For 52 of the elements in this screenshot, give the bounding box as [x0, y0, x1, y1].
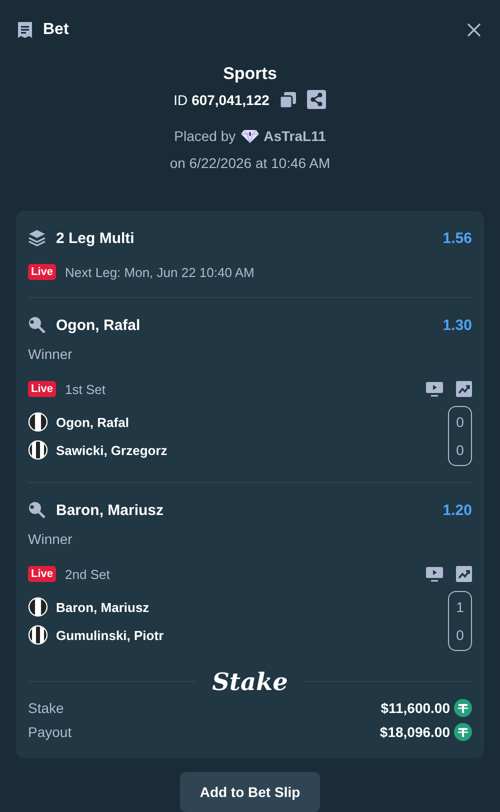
stats-icon[interactable]	[456, 381, 472, 397]
bet-category: Sports	[223, 64, 277, 84]
bet-id-label: ID	[174, 92, 188, 108]
receipt-icon	[16, 21, 34, 39]
copy-icon[interactable]	[279, 90, 298, 108]
bet-id: 607,041,122	[192, 92, 270, 108]
market-label: Winner	[28, 346, 74, 362]
layers-icon	[28, 229, 46, 247]
multi-title: 2 Leg Multi	[56, 230, 134, 246]
tv-icon[interactable]	[426, 382, 443, 396]
dialog-title: Bet	[43, 21, 69, 39]
score-value: 0	[456, 626, 464, 645]
amount-value: $18,096.00	[380, 724, 450, 740]
live-badge: Live	[28, 264, 56, 280]
jersey-icon	[28, 412, 48, 432]
brand-logo: Stake	[212, 667, 288, 696]
jersey-icon	[28, 440, 48, 460]
total-label: Payout	[28, 724, 72, 740]
selection-name: Baron, Mariusz	[56, 502, 164, 518]
market-label: Winner	[28, 531, 74, 547]
odds-value: 1.30	[442, 316, 472, 334]
username-link[interactable]: AsTraL11	[264, 128, 326, 144]
tv-icon[interactable]	[426, 566, 443, 582]
period-label: 1st Set	[65, 382, 106, 396]
diamond-icon	[240, 129, 259, 143]
next-leg-time: Next Leg: Mon, Jun 22 10:40 AM	[65, 264, 254, 280]
competitor-name: Baron, Mariusz	[56, 600, 150, 614]
total-label: Stake	[28, 700, 64, 716]
odds-value: 1.56	[442, 230, 472, 246]
table-tennis-icon	[28, 316, 46, 334]
competitor-name: Sawicki, Grzegorz	[56, 442, 168, 458]
jersey-icon	[28, 625, 48, 645]
table-tennis-icon	[28, 501, 46, 519]
score-value: 0	[456, 441, 464, 460]
odds-value: 1.20	[442, 502, 472, 518]
period-label: 2nd Set	[65, 566, 110, 582]
score-value: 0	[456, 413, 464, 432]
live-badge: Live	[28, 381, 56, 397]
placed-by-label: Placed by	[174, 128, 236, 144]
competitor-name: Ogon, Rafal	[56, 414, 129, 430]
tether-coin-icon	[454, 723, 472, 741]
score-value: 1	[456, 598, 464, 617]
selection-name: Ogon, Rafal	[56, 316, 140, 334]
tether-coin-icon	[454, 699, 472, 717]
placed-date: on 6/22/2026 at 10:46 AM	[170, 155, 330, 171]
live-badge: Live	[28, 566, 56, 582]
amount-value: $11,600.00	[380, 700, 450, 716]
share-icon[interactable]	[307, 90, 326, 109]
add-to-bet-slip-button[interactable]: Add to Bet Slip	[180, 772, 320, 812]
jersey-icon	[28, 597, 48, 617]
competitor-name: Gumulinski, Piotr	[56, 628, 164, 642]
stats-icon[interactable]	[456, 566, 472, 582]
